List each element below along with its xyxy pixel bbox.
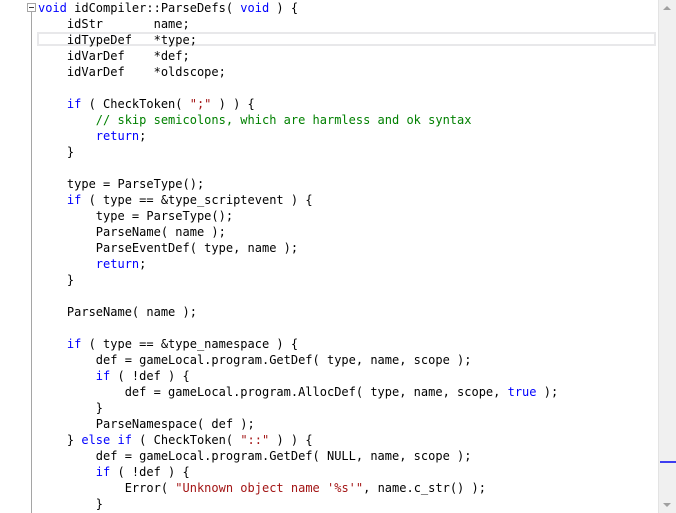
keyword-token: return: [95, 257, 140, 271]
keyword-token: if: [66, 337, 82, 351]
code-token: ( type == &type_scriptevent ) {: [81, 193, 313, 207]
code-token: ) {: [269, 1, 299, 15]
code-token: idVarDef *def;: [38, 49, 190, 63]
code-token: }: [38, 401, 104, 415]
keyword-token: if: [117, 433, 132, 447]
outlining-margin: [0, 0, 40, 513]
code-token: , name.c_str() );: [363, 481, 486, 495]
code-line[interactable]: Error( "Unknown object name '%s'", name.…: [38, 480, 558, 496]
code-line[interactable]: if ( CheckToken( ";" ) ) {: [38, 96, 558, 112]
code-line[interactable]: if ( type == &type_namespace ) {: [38, 336, 558, 352]
code-line[interactable]: [38, 80, 558, 96]
code-line[interactable]: ParseName( name );: [38, 224, 558, 240]
outline-guide-line: [31, 12, 32, 513]
code-token: ) ) {: [211, 97, 255, 111]
collapse-toggle-icon[interactable]: [27, 3, 36, 12]
code-line[interactable]: return;: [38, 256, 558, 272]
code-line[interactable]: [38, 288, 558, 304]
keyword-token: if: [66, 193, 82, 207]
code-token: }: [38, 145, 75, 159]
code-token: );: [536, 385, 559, 399]
code-token: ) ) {: [269, 433, 313, 447]
code-token: Error(: [38, 481, 176, 495]
code-token: }: [38, 433, 82, 447]
code-token: def = gameLocal.program.AllocDef( type, …: [38, 385, 508, 399]
code-token: ( CheckToken(: [131, 433, 241, 447]
scroll-position-marker: [660, 461, 676, 463]
code-token: ParseEventDef( type, name );: [38, 241, 299, 255]
code-line[interactable]: }: [38, 144, 558, 160]
code-line[interactable]: ParseNamespace( def );: [38, 416, 558, 432]
keyword-token: if: [95, 465, 111, 479]
code-line[interactable]: ParseEventDef( type, name );: [38, 240, 558, 256]
code-token: type = ParseType();: [38, 209, 234, 223]
scroll-down-arrow-icon[interactable]: [663, 503, 671, 507]
code-line[interactable]: [38, 160, 558, 176]
code-line[interactable]: idVarDef *def;: [38, 48, 558, 64]
code-line[interactable]: void idCompiler::ParseDefs( void ) {: [38, 0, 558, 16]
code-token: ;: [139, 257, 147, 271]
code-token: }: [38, 497, 104, 511]
keyword-token: void: [38, 1, 67, 15]
code-token: idVarDef *oldscope;: [38, 65, 226, 79]
code-line[interactable]: type = ParseType();: [38, 208, 558, 224]
comment-token: // skip semicolons, which are harmless a…: [95, 113, 472, 127]
code-token: idCompiler::ParseDefs(: [66, 1, 241, 15]
keyword-token: if: [95, 369, 111, 383]
code-token: ( CheckToken(: [81, 97, 190, 111]
code-line[interactable]: } else if ( CheckToken( "::" ) ) {: [38, 432, 558, 448]
code-text[interactable]: void idCompiler::ParseDefs( void ) { idS…: [38, 0, 558, 512]
code-token: ( !def ) {: [110, 465, 190, 479]
keyword-token: true: [507, 385, 537, 399]
keyword-token: void: [240, 1, 270, 15]
code-line[interactable]: ParseName( name );: [38, 304, 558, 320]
code-token: ( type == &type_namespace ) {: [81, 337, 299, 351]
code-line[interactable]: [38, 320, 558, 336]
code-line[interactable]: idVarDef *oldscope;: [38, 64, 558, 80]
keyword-token: return: [95, 129, 140, 143]
keyword-token: else: [81, 433, 111, 447]
code-line[interactable]: idStr name;: [38, 16, 558, 32]
code-token: def = gameLocal.program.GetDef( NULL, na…: [38, 449, 472, 463]
code-line[interactable]: if ( type == &type_scriptevent ) {: [38, 192, 558, 208]
code-line[interactable]: }: [38, 496, 558, 512]
string-token: "::": [240, 433, 270, 447]
code-line[interactable]: }: [38, 272, 558, 288]
code-line[interactable]: }: [38, 400, 558, 416]
code-token: def = gameLocal.program.GetDef( type, na…: [38, 353, 472, 367]
keyword-token: if: [66, 97, 82, 111]
code-token: ParseName( name );: [38, 225, 226, 239]
code-line[interactable]: return;: [38, 128, 558, 144]
code-line[interactable]: if ( !def ) {: [38, 368, 558, 384]
code-token: ;: [139, 129, 147, 143]
code-editor[interactable]: void idCompiler::ParseDefs( void ) { idS…: [0, 0, 658, 513]
string-token: "Unknown object name '%s'": [175, 481, 364, 495]
code-token: idStr name;: [38, 17, 190, 31]
code-token: idTypeDef *type;: [38, 33, 197, 47]
code-line[interactable]: type = ParseType();: [38, 176, 558, 192]
code-token: }: [38, 273, 75, 287]
vertical-scrollbar[interactable]: [658, 0, 676, 513]
scroll-up-arrow-icon[interactable]: [663, 6, 671, 10]
code-line[interactable]: if ( !def ) {: [38, 464, 558, 480]
code-line[interactable]: def = gameLocal.program.AllocDef( type, …: [38, 384, 559, 400]
code-line[interactable]: def = gameLocal.program.GetDef( NULL, na…: [38, 448, 558, 464]
code-line[interactable]: def = gameLocal.program.GetDef( type, na…: [38, 352, 558, 368]
code-token: type = ParseType();: [38, 177, 205, 191]
code-line[interactable]: idTypeDef *type;: [38, 32, 558, 48]
code-token: ParseName( name );: [38, 305, 197, 319]
code-token: ParseNamespace( def );: [38, 417, 255, 431]
string-token: ";": [189, 97, 212, 111]
code-token: ( !def ) {: [110, 369, 190, 383]
code-line[interactable]: // skip semicolons, which are harmless a…: [38, 112, 558, 128]
